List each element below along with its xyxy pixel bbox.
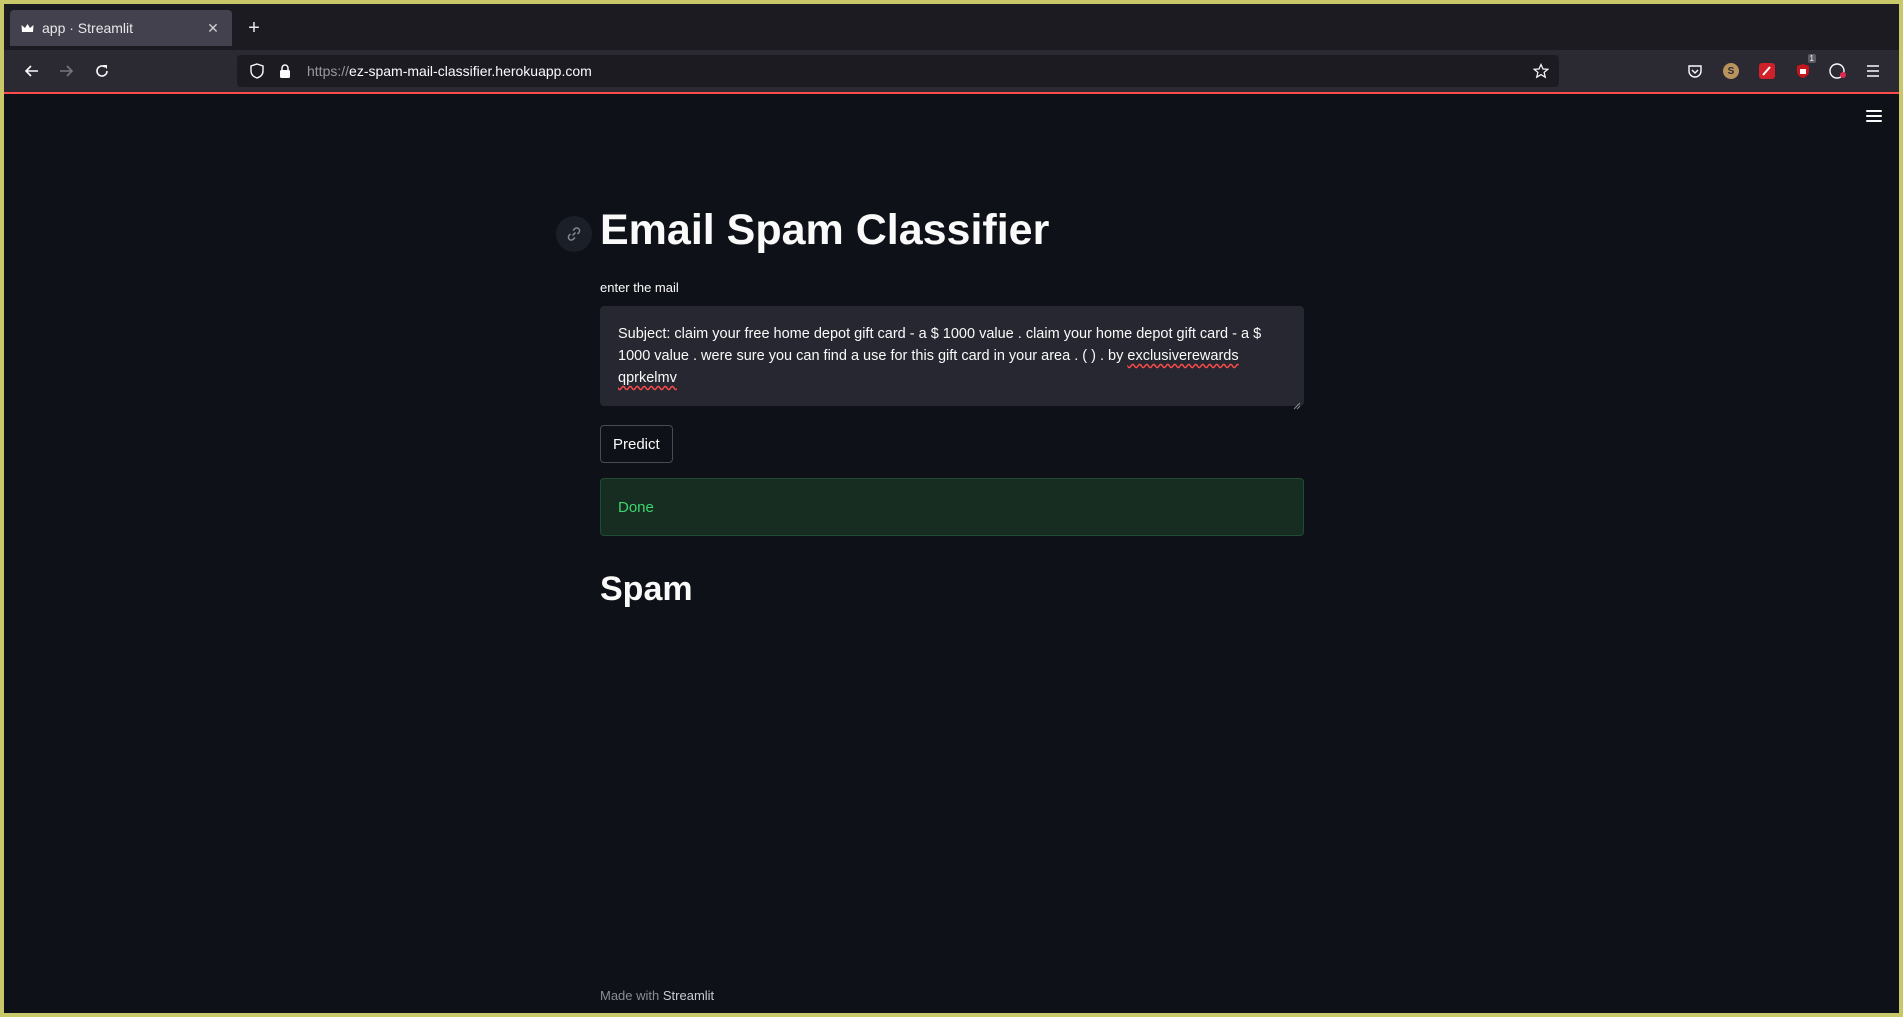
ublock-icon[interactable]: 1	[1792, 54, 1816, 82]
header-anchor-link-icon[interactable]	[556, 216, 592, 252]
back-arrow-icon[interactable]	[20, 59, 44, 83]
browser-menu-icon[interactable]	[1862, 60, 1884, 82]
resize-handle-icon[interactable]	[1293, 395, 1301, 410]
forward-arrow-icon[interactable]	[54, 59, 78, 83]
predict-button[interactable]: Predict	[600, 425, 673, 463]
streamlit-crown-icon	[20, 21, 34, 35]
page-title: Email Spam Classifier	[600, 206, 1050, 254]
url-text[interactable]: https://ez-spam-mail-classifier.herokuap…	[307, 63, 1531, 79]
status-message: Done	[618, 498, 654, 516]
bookmark-star-icon[interactable]	[1531, 61, 1551, 81]
footer: Made with Streamlit	[600, 988, 714, 1003]
tab-strip: app · Streamlit ✕ +	[4, 4, 1899, 50]
tracking-protection-shield-icon[interactable]	[247, 61, 267, 81]
tab-close-icon[interactable]: ✕	[204, 20, 222, 37]
mail-input-label: enter the mail	[600, 280, 679, 295]
app-viewport: Email Spam Classifier enter the mail Sub…	[4, 94, 1899, 1013]
tab-title: app · Streamlit	[42, 20, 134, 36]
prediction-result: Spam	[600, 570, 693, 608]
reload-icon[interactable]	[90, 59, 114, 83]
pocket-icon[interactable]	[1684, 60, 1706, 82]
extension-s-icon[interactable]: S	[1720, 60, 1742, 82]
mail-text-area[interactable]: Subject: claim your free home depot gift…	[600, 306, 1304, 410]
browser-tab-active[interactable]: app · Streamlit ✕	[10, 10, 232, 46]
footer-streamlit-link[interactable]: Streamlit	[663, 988, 714, 1003]
red-pen-extension-icon[interactable]	[1756, 60, 1778, 82]
navigation-bar: https://ez-spam-mail-classifier.herokuap…	[4, 50, 1899, 92]
lock-icon[interactable]	[275, 61, 295, 81]
app-menu-icon[interactable]	[1861, 104, 1887, 128]
privacy-extension-icon[interactable]	[1827, 60, 1849, 82]
browser-window: app · Streamlit ✕ + https://ez-spam-mail…	[4, 4, 1899, 1013]
footer-made-with: Made with	[600, 988, 660, 1003]
address-bar[interactable]: https://ez-spam-mail-classifier.herokuap…	[237, 55, 1559, 87]
success-alert: Done	[600, 478, 1304, 536]
new-tab-button[interactable]: +	[242, 16, 266, 40]
